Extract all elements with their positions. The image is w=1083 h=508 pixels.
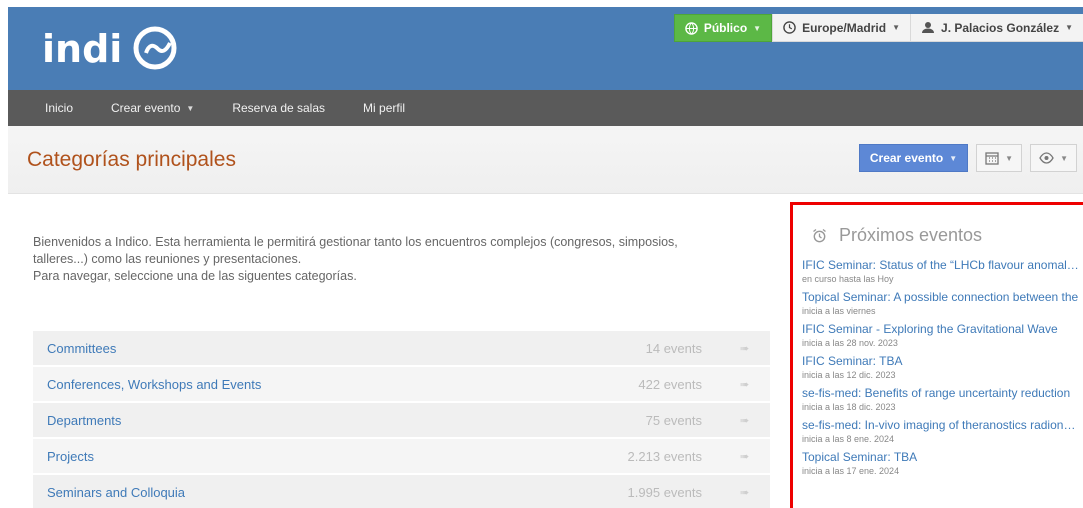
welcome-line: Para navegar, seleccione una de las sigu… [33,269,357,283]
category-count: 1.995 events [627,484,702,500]
event-title[interactable]: Topical Seminar: TBA [802,450,1080,465]
nav-item-create-event[interactable]: Crear evento ▼ [98,101,207,115]
category-count: 422 events [638,376,702,392]
event-item[interactable]: Topical Seminar: A possible connection b… [802,290,1080,317]
category-row[interactable]: Projects 2.213 events ➠ [33,439,770,475]
page-title: Categorías principales [27,148,236,171]
category-name[interactable]: Departments [47,413,562,428]
chevron-down-icon: ▼ [186,103,195,113]
event-item[interactable]: IFIC Seminar - Exploring the Gravitation… [802,322,1080,349]
event-date: inicia a las viernes [802,306,876,316]
globe-icon [685,21,698,35]
chevron-down-icon: ▼ [892,23,901,32]
calendar-button[interactable]: ▼ [976,144,1023,172]
category-list: Committees 14 events ➠ Conferences, Work… [33,331,770,508]
calendar-icon [985,152,999,165]
public-button[interactable]: Público ▼ [673,14,773,42]
welcome-line: Bienvenidos a Indico. Esta herramienta l… [33,235,678,249]
welcome-line: talleres...) como las reuniones y presen… [33,252,302,266]
nav-item-my-profile[interactable]: Mi perfil [350,101,418,115]
category-name[interactable]: Seminars and Colloquia [47,485,562,500]
event-title[interactable]: Topical Seminar: A possible connection b… [802,290,1080,305]
arrow-right-icon[interactable]: ➠ [740,378,770,391]
svg-text:indi: indi [42,27,122,71]
upcoming-events-panel: Próximos eventos IFIC Seminar: Status of… [790,202,1083,508]
chevron-down-icon: ▼ [1005,153,1014,163]
event-date: inicia a las 28 nov. 2023 [802,338,898,348]
arrow-right-icon[interactable]: ➠ [740,486,770,499]
indico-logo-graphic: indi [42,26,177,71]
event-title[interactable]: IFIC Seminar: Status of the “LHCb flavou… [802,258,1080,273]
site-header: indico indi Público ▼ Europe/Madrid ▼ J.… [8,7,1083,90]
event-item[interactable]: se-fis-med: In-vivo imaging of theranost… [802,418,1080,445]
view-options-button[interactable]: ▼ [1030,144,1077,172]
upcoming-events-header: Próximos eventos [812,225,1082,246]
user-menu-button[interactable]: J. Palacios González ▼ [910,14,1083,42]
chevron-down-icon: ▼ [1060,153,1068,163]
category-count: 2.213 events [627,448,702,464]
category-count: 75 events [645,412,702,428]
nav-label: Crear evento [111,101,181,115]
public-label: Público [703,21,748,35]
nav-label: Mi perfil [363,101,406,115]
category-row[interactable]: Seminars and Colloquia 1.995 events ➠ [33,475,770,508]
event-item[interactable]: Topical Seminar: TBA inicia a las 17 ene… [802,450,1080,477]
welcome-text: Bienvenidos a Indico. Esta herramienta l… [33,234,773,285]
nav-item-home[interactable]: Inicio [32,101,86,115]
category-row[interactable]: Conferences, Workshops and Events 422 ev… [33,367,770,403]
chevron-down-icon: ▼ [753,23,762,33]
category-row[interactable]: Committees 14 events ➠ [33,331,770,367]
event-item[interactable]: se-fis-med: Benefits of range uncertaint… [802,386,1080,413]
user-icon [922,22,935,33]
chevron-down-icon: ▼ [1065,23,1073,32]
create-event-button[interactable]: Crear evento ▼ [858,144,969,172]
nav-item-room-booking[interactable]: Reserva de salas [219,101,338,115]
timezone-label: Europe/Madrid [802,20,887,35]
event-title[interactable]: se-fis-med: Benefits of range uncertaint… [802,386,1080,401]
arrow-right-icon[interactable]: ➠ [740,342,770,355]
title-bar: Categorías principales Crear evento ▼ ▼ … [8,126,1083,194]
event-title[interactable]: se-fis-med: In-vivo imaging of theranost… [802,418,1080,433]
event-date: inicia a las 8 ene. 2024 [802,434,895,444]
user-toolbar: Público ▼ Europe/Madrid ▼ J. Palacios Go… [673,14,1083,44]
category-count: 14 events [645,340,702,356]
category-name[interactable]: Committees [47,341,562,356]
timezone-button[interactable]: Europe/Madrid ▼ [772,14,911,42]
event-item[interactable]: IFIC Seminar: Status of the “LHCb flavou… [802,258,1080,285]
event-item[interactable]: IFIC Seminar: TBA inicia a las 12 dic. 2… [802,354,1080,381]
alarm-clock-icon [813,228,826,243]
event-date: inicia a las 18 dic. 2023 [802,402,896,412]
eye-icon [1039,152,1054,164]
event-title[interactable]: IFIC Seminar: TBA [802,354,1080,369]
create-event-label: Crear evento [869,151,944,165]
category-name[interactable]: Conferences, Workshops and Events [47,377,562,392]
category-name[interactable]: Projects [47,449,562,464]
arrow-right-icon[interactable]: ➠ [740,450,770,463]
event-date: inicia a las 17 ene. 2024 [802,466,900,476]
arrow-right-icon[interactable]: ➠ [740,414,770,427]
event-date: en curso hasta las Hoy [802,274,894,284]
category-row[interactable]: Departments 75 events ➠ [33,403,770,439]
user-label: J. Palacios González [941,20,1060,35]
upcoming-events-title: Próximos eventos [839,225,983,245]
chevron-down-icon: ▼ [949,153,958,163]
nav-label: Inicio [45,101,74,115]
main-nav: Inicio Crear evento ▼ Reserva de salas Mi… [8,90,1083,126]
nav-label: Reserva de salas [232,101,326,115]
event-date: inicia a las 12 dic. 2023 [802,370,896,380]
clock-icon [783,21,796,34]
title-bar-actions: Crear evento ▼ ▼ ▼ [858,144,1077,172]
event-title[interactable]: IFIC Seminar - Exploring the Gravitation… [802,322,1080,337]
